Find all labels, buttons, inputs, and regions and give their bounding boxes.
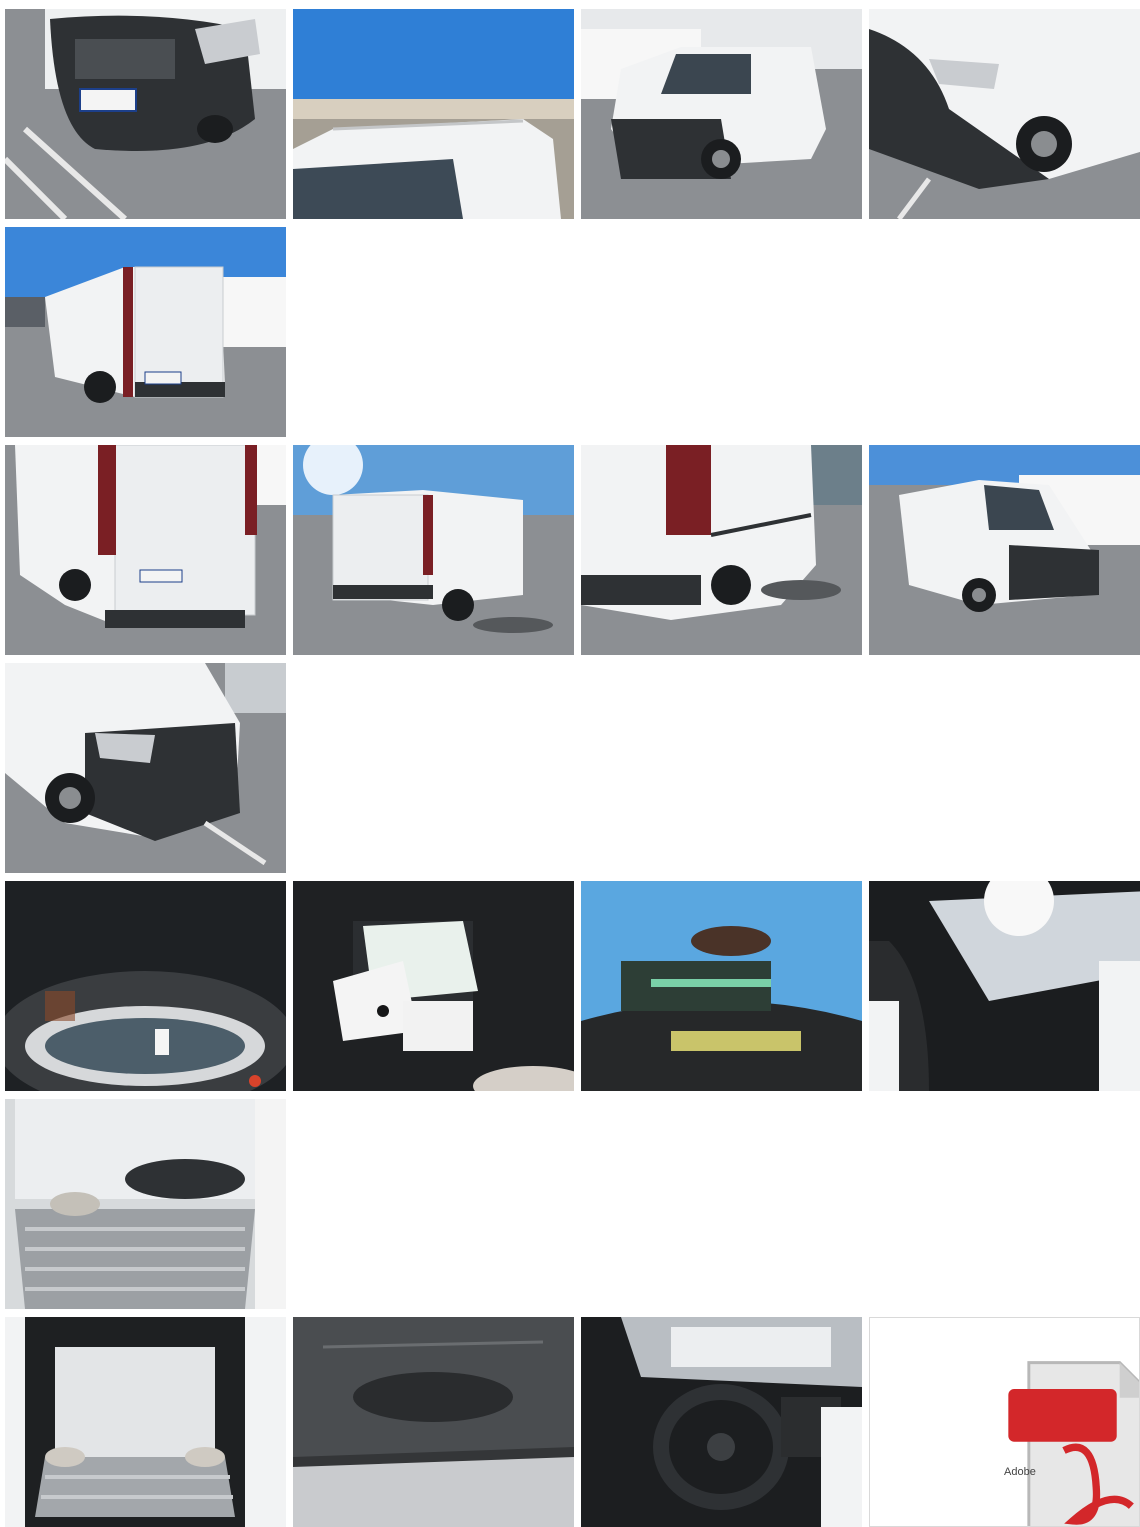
photo-thumbnail-vin-plate[interactable] [581, 881, 862, 1091]
photo-thumbnail-rear-left[interactable] [5, 227, 286, 437]
documents-on-seat-photo [293, 881, 574, 1091]
front-grille-photo [5, 9, 286, 219]
front-left-corner-photo [5, 663, 286, 873]
cabin-passenger-side-photo [869, 881, 1140, 1091]
photo-thumbnail-front-right-corner[interactable] [869, 9, 1140, 219]
dashboard-steering-wheel-photo [581, 1317, 862, 1527]
photo-thumbnail-cargo-area-rear[interactable] [5, 1317, 286, 1527]
right-side-photo [581, 445, 862, 655]
front-right-wide-photo [869, 445, 1140, 655]
photo-thumbnail-instrument-cluster[interactable] [5, 881, 286, 1091]
photo-thumbnail-front-left-corner[interactable] [5, 663, 286, 873]
photo-thumbnail-rear-three-quarter[interactable] [293, 445, 574, 655]
photo-thumbnail-front-right-wide[interactable] [869, 445, 1140, 655]
cargo-ceiling-photo [293, 1317, 574, 1527]
photo-thumbnail-front-three-quarter[interactable] [581, 9, 862, 219]
photo-thumbnail-dashboard-steering-wheel[interactable] [581, 1317, 862, 1527]
front-right-corner-photo [869, 9, 1140, 219]
rear-doors-photo [5, 445, 286, 655]
rear-left-photo [5, 227, 286, 437]
photo-thumbnail-cabin-passenger-side[interactable] [869, 881, 1140, 1091]
photo-thumbnail-cargo-area-side[interactable] [5, 1099, 286, 1309]
front-three-quarter-photo [581, 9, 862, 219]
roof-photo [293, 9, 574, 219]
photo-thumbnail-documents-on-seat[interactable] [293, 881, 574, 1091]
photo-thumbnail-rear-doors[interactable] [5, 445, 286, 655]
cargo-area-rear-photo [5, 1317, 286, 1527]
instrument-cluster-photo [5, 881, 286, 1091]
vin-plate-photo [581, 881, 862, 1091]
pdf-brand-label: Adobe [1004, 1466, 1036, 1478]
photo-thumbnail-roof[interactable] [293, 9, 574, 219]
photo-thumbnail-front-grille[interactable] [5, 9, 286, 219]
pdf-badge-label: PDF [956, 1380, 1007, 1407]
cargo-area-side-photo [5, 1099, 286, 1309]
photo-thumbnail-cargo-ceiling[interactable] [293, 1317, 574, 1527]
pdf-document-link[interactable]: PDF Adobe [869, 1317, 1140, 1527]
rear-three-quarter-photo [293, 445, 574, 655]
photo-thumbnail-right-side[interactable] [581, 445, 862, 655]
pdf-file-icon [1008, 1361, 1139, 1526]
